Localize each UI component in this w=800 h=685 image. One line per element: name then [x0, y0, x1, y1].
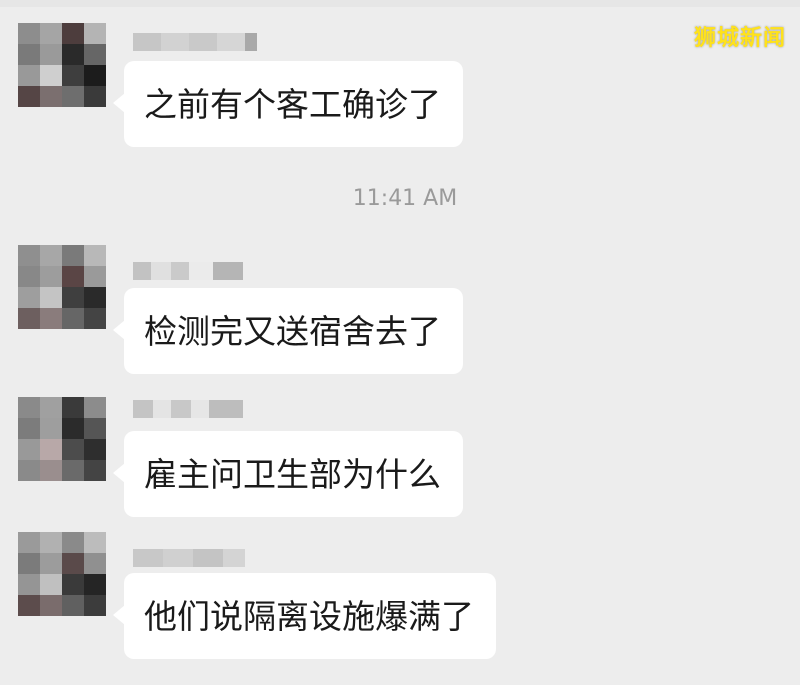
avatar[interactable]: [18, 532, 106, 616]
message-bubble[interactable]: 检测完又送宿舍去了: [113, 288, 463, 374]
message-text: 之前有个客工确诊了: [144, 85, 441, 124]
sender-name-pixelated: [133, 262, 243, 280]
message-text: 他们说隔离设施爆满了: [144, 597, 474, 636]
sender-name-pixelated: [133, 33, 257, 51]
timestamp: 11:41 AM: [352, 186, 458, 211]
message-text: 检测完又送宿舍去了: [144, 312, 441, 351]
avatar[interactable]: [18, 245, 106, 329]
sender-name-pixelated: [133, 549, 245, 567]
avatar[interactable]: [18, 397, 106, 481]
sender-name-pixelated: [133, 400, 243, 418]
avatar[interactable]: [18, 23, 106, 107]
top-edge: [0, 0, 800, 7]
watermark-logo: 狮城新闻: [693, 26, 786, 51]
message-bubble[interactable]: 雇主问卫生部为什么: [113, 431, 463, 517]
message-bubble[interactable]: 之前有个客工确诊了: [113, 61, 463, 147]
message-text: 雇主问卫生部为什么: [144, 455, 441, 494]
message-bubble[interactable]: 他们说隔离设施爆满了: [113, 573, 496, 659]
